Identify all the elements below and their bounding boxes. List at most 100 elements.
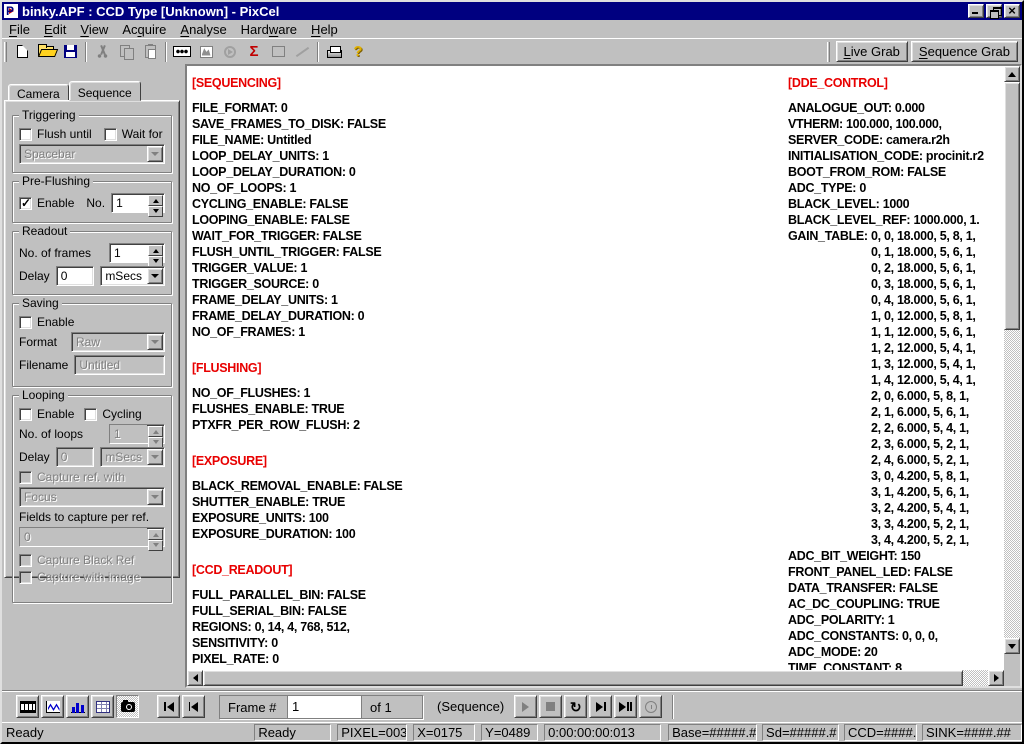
print-button[interactable] [322, 41, 346, 63]
config-line: BLACK_LEVEL: 1000 [788, 196, 984, 212]
fields-spinner: 0 [19, 527, 165, 547]
play-to-end-icon [619, 702, 632, 712]
menu-edit[interactable]: Edit [37, 21, 73, 38]
config-line: FULL_SERIAL_BIN: FALSE [192, 603, 402, 619]
config-line: 0, 1, 18.000, 5, 6, 1, [788, 244, 984, 260]
config-line: SENSITIVITY: 0 [192, 635, 402, 651]
save-file-icon [64, 45, 77, 58]
play-to-end-button[interactable] [614, 695, 637, 718]
menu-acquire[interactable]: Acquire [115, 21, 173, 38]
menu-hardware[interactable]: Hardware [234, 21, 304, 38]
step-back-button[interactable] [182, 695, 205, 718]
readout-delay-field[interactable]: 0 [56, 266, 95, 286]
frames-spinner[interactable]: 1 [109, 243, 165, 263]
frame-number-input[interactable] [288, 696, 362, 718]
config-line: 1, 3, 12.000, 5, 4, 1, [788, 356, 984, 372]
vertical-scroll-thumb[interactable] [1004, 82, 1020, 330]
open-file-button[interactable] [34, 41, 58, 63]
scroll-down-icon[interactable] [1004, 638, 1020, 654]
menu-analyse[interactable]: Analyse [173, 21, 233, 38]
line-plot-button[interactable] [41, 695, 64, 718]
capture-ref-select: Focus [19, 487, 165, 507]
capture-ref-value: Focus [20, 488, 146, 506]
horizontal-scroll-thumb[interactable] [203, 670, 963, 686]
paste-icon [145, 45, 156, 58]
config-line: 0, 3, 18.000, 5, 6, 1, [788, 276, 984, 292]
tab-sequence[interactable]: Sequence [69, 81, 141, 101]
copy-icon [120, 45, 133, 58]
minimize-button[interactable] [968, 4, 984, 18]
playback-right: ↻ [514, 695, 664, 718]
spin-up-icon[interactable] [148, 245, 163, 256]
pre-flush-enable-label: Enable [37, 196, 74, 210]
looping-enable-label: Enable [37, 407, 74, 421]
tab-camera[interactable]: Camera [8, 84, 69, 101]
config-line: LOOP_DELAY_UNITS: 1 [192, 148, 402, 164]
config-section: [DDE_CONTROL]ANALOGUE_OUT: 0.000VTHERM: … [788, 75, 984, 670]
looping-group: Looping Enable Cycling No. of loops 1 De… [12, 395, 172, 603]
readout-delay-units-value: mSecs [101, 267, 146, 285]
saving-enable-label: Enable [37, 315, 74, 329]
config-line: 3, 0, 4.200, 5, 8, 1, [788, 468, 984, 484]
section-header: [CCD_READOUT] [192, 562, 402, 578]
config-section: [CCD_READOUT]FULL_PARALLEL_BIN: FALSEFUL… [192, 562, 402, 670]
filename-field: Untitled [74, 355, 165, 375]
config-line: 2, 1, 6.000, 5, 6, 1, [788, 404, 984, 420]
restore-button[interactable] [986, 4, 1002, 18]
config-line: BOOT_FROM_ROM: FALSE [788, 164, 984, 180]
cycling-checkbox[interactable] [84, 408, 97, 421]
spin-up-icon[interactable] [148, 195, 163, 206]
scroll-up-icon[interactable] [1004, 66, 1020, 82]
looping-enable-checkbox[interactable] [19, 408, 32, 421]
saving-enable-checkbox[interactable] [19, 316, 32, 329]
config-line: TIME_CONSTANT: 8 [788, 660, 984, 670]
flush-until-checkbox[interactable] [19, 128, 32, 141]
new-document-button[interactable] [10, 41, 34, 63]
readout-delay-units-select[interactable]: mSecs [100, 266, 165, 286]
config-line: 0, 2, 18.000, 5, 6, 1, [788, 260, 984, 276]
section-header: [FLUSHING] [192, 360, 402, 376]
loop-button[interactable]: ↻ [564, 695, 587, 718]
menu-view[interactable]: View [73, 21, 115, 38]
wait-for-checkbox[interactable] [104, 128, 117, 141]
sequence-grab-button[interactable]: Sequence Grab [911, 41, 1018, 62]
bar-chart-button[interactable] [66, 695, 89, 718]
dropdown-icon[interactable] [147, 268, 163, 284]
filename-label: Filename [19, 358, 68, 372]
skip-to-start-button[interactable] [157, 695, 180, 718]
pre-flush-enable-checkbox[interactable] [19, 197, 32, 210]
pre-flush-count-spinner[interactable]: 1 [111, 193, 165, 213]
stop-icon [546, 702, 555, 711]
horizontal-scrollbar[interactable] [187, 670, 1004, 686]
new-document-icon [17, 45, 28, 58]
config-line: FRAME_DELAY_UNITS: 1 [192, 292, 402, 308]
help-button[interactable]: ? [346, 41, 370, 63]
histogram-icon [200, 46, 213, 58]
live-grab-button[interactable]: Live Grab [836, 41, 908, 62]
open-file-icon [38, 46, 54, 57]
toolbar-grip[interactable] [4, 42, 7, 62]
film-sequence-button[interactable] [16, 695, 39, 718]
menu-help[interactable]: Help [304, 21, 345, 38]
data-grid-button[interactable] [91, 695, 114, 718]
close-button[interactable] [1004, 4, 1020, 18]
toolbar-grip[interactable] [827, 42, 830, 62]
app-icon[interactable] [4, 4, 18, 18]
scroll-right-icon[interactable] [988, 670, 1004, 686]
scroll-left-icon[interactable] [187, 670, 203, 686]
config-line: 2, 2, 6.000, 5, 4, 1, [788, 420, 984, 436]
loop-icon: ↻ [570, 700, 582, 714]
frames-button[interactable] [170, 41, 194, 63]
menu-file[interactable]: File [2, 21, 37, 38]
camera-button[interactable] [116, 695, 139, 718]
camera-icon [121, 702, 135, 712]
status-pixel-value: PIXEL=00319 [337, 724, 407, 741]
sum-sigma-button[interactable]: Σ [242, 41, 266, 63]
save-file-button[interactable] [58, 41, 82, 63]
vertical-scrollbar[interactable] [1004, 66, 1020, 670]
frame-number-box: Frame # of 1 [219, 695, 423, 719]
cut-icon [97, 45, 108, 58]
capture-with-image-checkbox [19, 571, 32, 584]
step-forward-button[interactable] [589, 695, 612, 718]
spin-down-icon[interactable] [148, 206, 163, 217]
